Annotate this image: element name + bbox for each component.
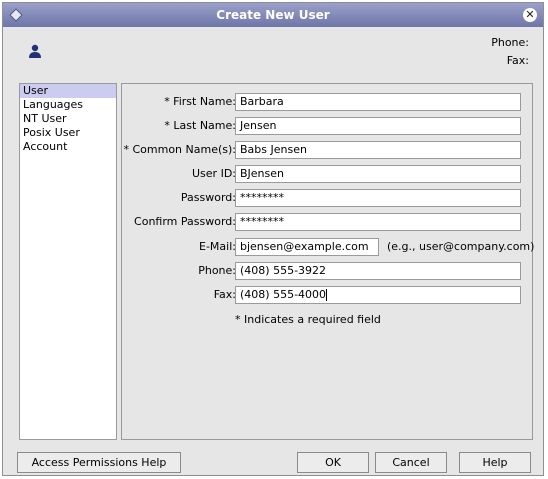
access-permissions-help-button[interactable]: Access Permissions Help [17,452,181,473]
common-name-field[interactable]: Babs Jensen [235,141,521,159]
ok-button[interactable]: OK [297,452,369,473]
header-fax-label: Fax: [506,54,529,67]
last-name-label: * Last Name: [164,119,236,132]
email-label: E-Mail: [199,240,236,253]
title-bar[interactable]: Create New User ✕ [3,3,543,27]
fax-field[interactable]: (408) 555-4000 [235,286,521,304]
confirm-password-label: Confirm Password: [134,215,236,228]
user-id-label: User ID: [192,167,236,180]
nav-item-languages[interactable]: Languages [20,98,116,112]
nav-item-posix-user[interactable]: Posix User [20,126,116,140]
user-icon [27,43,43,59]
nav-item-account[interactable]: Account [20,140,116,154]
email-field[interactable]: bjensen@example.com [235,238,379,256]
nav-item-nt-user[interactable]: NT User [20,112,116,126]
help-button[interactable]: Help [459,452,531,473]
header-phone-label: Phone: [491,36,529,49]
required-field-note: * Indicates a required field [235,313,381,326]
fax-label: Fax: [213,288,236,301]
fax-value: (408) 555-4000 [240,288,327,301]
first-name-field[interactable]: Barbara [235,93,521,111]
phone-field[interactable]: (408) 555-3922 [235,262,521,280]
phone-label: Phone: [198,264,236,277]
confirm-password-field[interactable]: ******** [235,213,521,231]
last-name-field[interactable]: Jensen [235,117,521,135]
create-user-dialog: Create New User ✕ Phone: Fax: User Langu… [2,2,544,476]
first-name-label: * First Name: [164,95,236,108]
cancel-button[interactable]: Cancel [375,452,447,473]
password-field[interactable]: ******** [235,189,521,207]
common-name-label: * Common Name(s): [123,143,236,156]
user-id-field[interactable]: BJensen [235,165,521,183]
email-hint: (e.g., user@company.com) [387,240,535,253]
nav-item-user[interactable]: User [20,84,116,98]
window-title: Create New User [216,8,330,22]
text-cursor [326,289,328,301]
close-icon[interactable]: ✕ [523,8,537,22]
password-label: Password: [180,191,236,204]
category-list: User Languages NT User Posix User Accoun… [19,83,117,440]
